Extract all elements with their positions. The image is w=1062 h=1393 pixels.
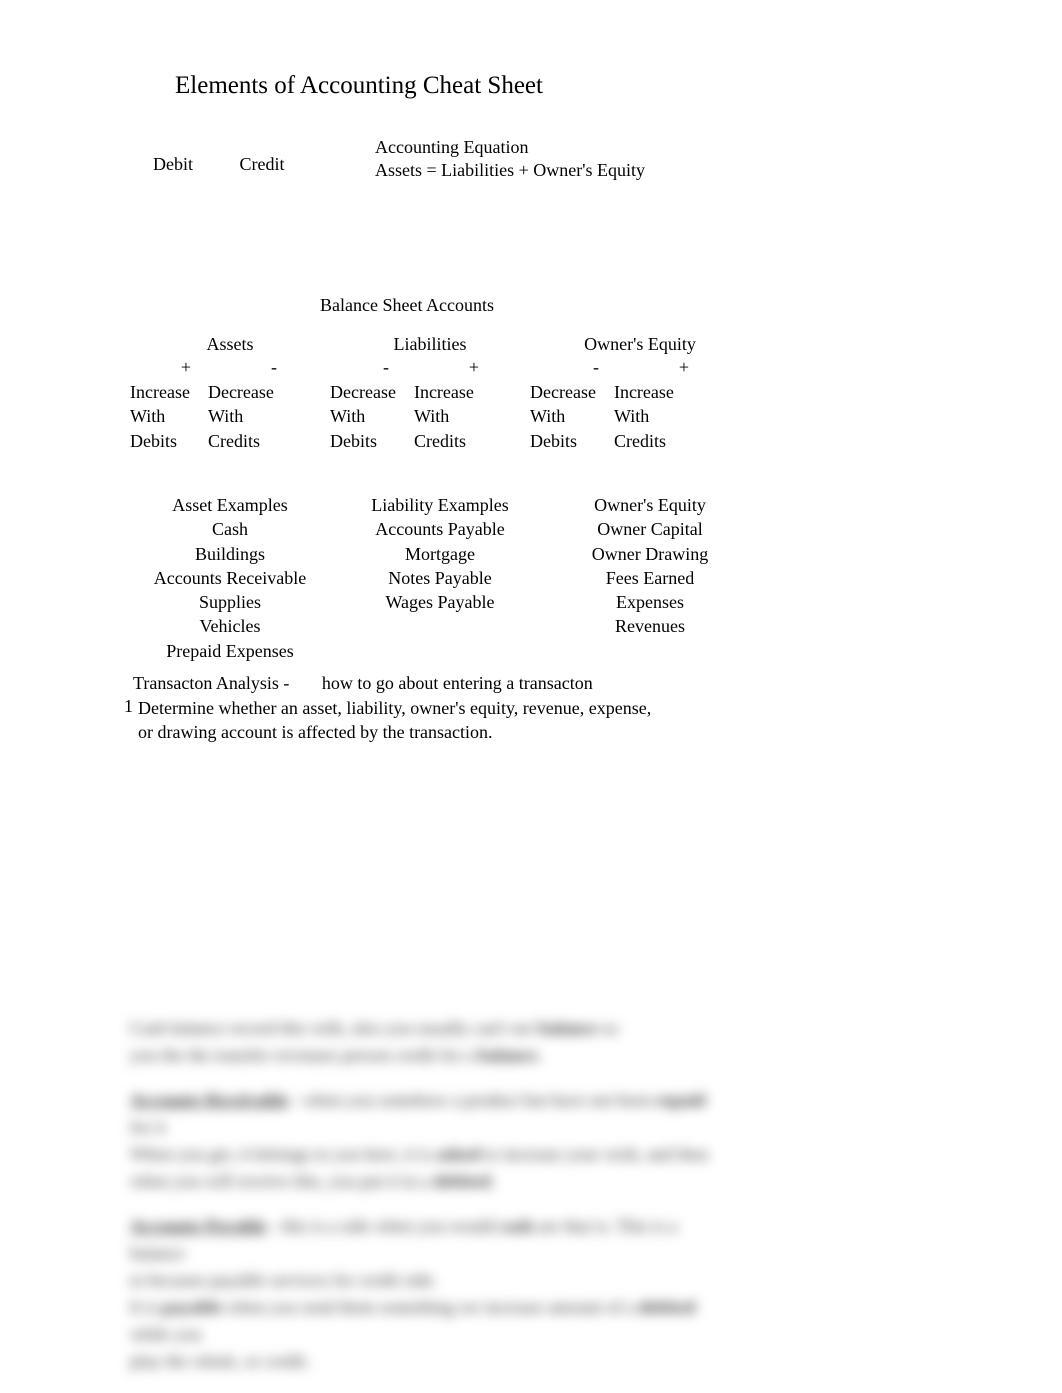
debit-label: Debit xyxy=(153,154,193,175)
balance-columns: Assets + - IncreaseWithDebits DecreaseWi… xyxy=(130,334,750,453)
blurred-content: Cash balance record this with, also you … xyxy=(130,1015,730,1393)
equity-example-item: Owner Capital xyxy=(550,517,750,541)
equation-formula: Assets = Liabilities + Owner's Equity xyxy=(375,160,645,181)
liability-example-item: Accounts Payable xyxy=(340,517,540,541)
transaction-step-number: 1 xyxy=(120,696,133,745)
assets-decrease: DecreaseWithCredits xyxy=(208,380,274,453)
equation-title: Accounting Equation xyxy=(375,137,645,158)
equity-increase: IncreaseWithCredits xyxy=(614,380,674,453)
asset-example-item: Cash xyxy=(130,517,330,541)
transaction-label: Transacton Analysis - xyxy=(133,673,289,694)
liabilities-title: Liabilities xyxy=(330,334,530,355)
equity-example-item: Fees Earned xyxy=(550,566,750,590)
debit-credit-labels: Debit Credit xyxy=(153,154,285,175)
assets-column: Assets + - IncreaseWithDebits DecreaseWi… xyxy=(130,334,330,453)
examples-row: Asset Examples Cash Buildings Accounts R… xyxy=(130,493,750,663)
accounting-equation: Accounting Equation Assets = Liabilities… xyxy=(375,137,645,181)
asset-example-item: Prepaid Expenses xyxy=(130,639,330,663)
liability-examples-heading: Liability Examples xyxy=(340,493,540,517)
equity-examples: Owner's Equity Owner Capital Owner Drawi… xyxy=(550,493,750,663)
transaction-subtitle: how to go about entering a transacton xyxy=(322,673,593,693)
equity-examples-heading: Owner's Equity xyxy=(550,493,750,517)
equity-decrease: DecreaseWithDebits xyxy=(530,380,596,453)
equity-example-item: Revenues xyxy=(550,614,750,638)
liabilities-increase: IncreaseWithCredits xyxy=(414,380,474,453)
liabilities-minus: - xyxy=(376,357,396,378)
balance-sheet-heading: Balance Sheet Accounts xyxy=(320,295,494,316)
credit-label: Credit xyxy=(240,154,285,175)
asset-examples: Asset Examples Cash Buildings Accounts R… xyxy=(130,493,330,663)
liability-example-item: Wages Payable xyxy=(340,590,540,614)
equity-plus: + xyxy=(674,357,694,378)
assets-plus: + xyxy=(176,357,196,378)
transaction-step-text: Determine whether an asset, liability, o… xyxy=(138,696,651,745)
assets-increase: IncreaseWithDebits xyxy=(130,380,190,453)
asset-example-item: Supplies xyxy=(130,590,330,614)
asset-examples-heading: Asset Examples xyxy=(130,493,330,517)
blurred-paragraph-3: Accounts Payable - this is a side when y… xyxy=(130,1213,730,1375)
equity-minus: - xyxy=(586,357,606,378)
equity-example-item: Owner Drawing xyxy=(550,542,750,566)
asset-example-item: Buildings xyxy=(130,542,330,566)
blurred-paragraph-2: Accounts Receivable - when you somehow a… xyxy=(130,1087,730,1195)
liabilities-plus: + xyxy=(464,357,484,378)
liabilities-decrease: DecreaseWithDebits xyxy=(330,380,396,453)
liability-example-item: Notes Payable xyxy=(340,566,540,590)
assets-minus: - xyxy=(264,357,284,378)
blurred-paragraph-1: Cash balance record this with, also you … xyxy=(130,1015,730,1069)
equity-example-item: Expenses xyxy=(550,590,750,614)
equity-title: Owner's Equity xyxy=(530,334,750,355)
liability-examples: Liability Examples Accounts Payable Mort… xyxy=(340,493,540,663)
asset-example-item: Accounts Receivable xyxy=(130,566,330,590)
transaction-analysis: Transacton Analysis - how to go about en… xyxy=(120,673,651,745)
liability-example-item: Mortgage xyxy=(340,542,540,566)
asset-example-item: Vehicles xyxy=(130,614,330,638)
assets-title: Assets xyxy=(130,334,330,355)
equity-column: Owner's Equity - + DecreaseWithDebits In… xyxy=(530,334,750,453)
liabilities-column: Liabilities - + DecreaseWithDebits Incre… xyxy=(330,334,530,453)
page-title: Elements of Accounting Cheat Sheet xyxy=(175,72,543,100)
